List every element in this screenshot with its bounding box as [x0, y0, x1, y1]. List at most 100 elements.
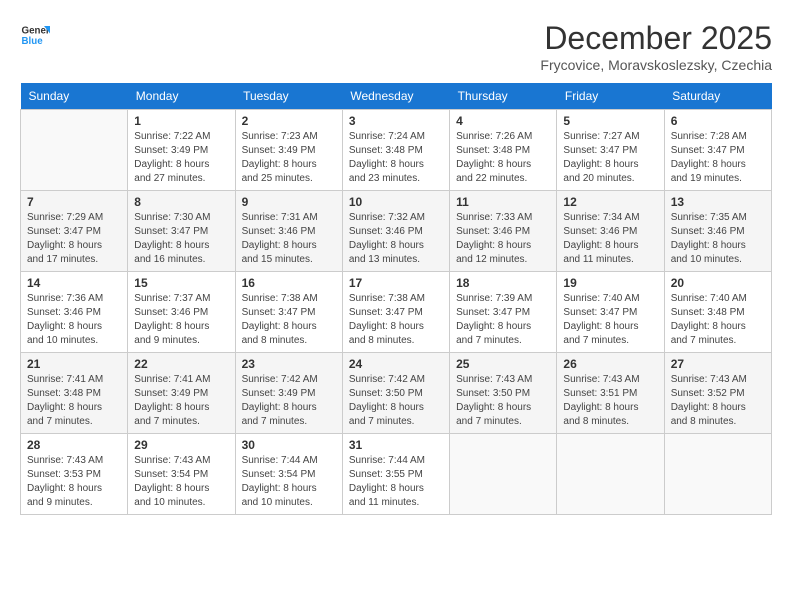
calendar-cell — [450, 434, 557, 515]
calendar-cell — [664, 434, 771, 515]
calendar-cell: 28 Sunrise: 7:43 AM Sunset: 3:53 PM Dayl… — [21, 434, 128, 515]
day-number: 2 — [242, 114, 336, 128]
day-number: 3 — [349, 114, 443, 128]
day-info: Sunrise: 7:44 AM Sunset: 3:55 PM Dayligh… — [349, 454, 443, 510]
calendar-table: SundayMondayTuesdayWednesdayThursdayFrid… — [20, 83, 772, 515]
day-number: 17 — [349, 276, 443, 290]
day-number: 8 — [134, 195, 228, 209]
calendar-cell: 31 Sunrise: 7:44 AM Sunset: 3:55 PM Dayl… — [342, 434, 449, 515]
location-subtitle: Frycovice, Moravskoslezsky, Czechia — [540, 57, 772, 73]
calendar-cell: 23 Sunrise: 7:42 AM Sunset: 3:49 PM Dayl… — [235, 353, 342, 434]
calendar-cell: 3 Sunrise: 7:24 AM Sunset: 3:48 PM Dayli… — [342, 110, 449, 191]
day-info: Sunrise: 7:33 AM Sunset: 3:46 PM Dayligh… — [456, 211, 550, 267]
day-info: Sunrise: 7:27 AM Sunset: 3:47 PM Dayligh… — [563, 130, 657, 186]
day-info: Sunrise: 7:42 AM Sunset: 3:49 PM Dayligh… — [242, 373, 336, 429]
calendar-cell: 16 Sunrise: 7:38 AM Sunset: 3:47 PM Dayl… — [235, 272, 342, 353]
day-number: 20 — [671, 276, 765, 290]
calendar-cell: 4 Sunrise: 7:26 AM Sunset: 3:48 PM Dayli… — [450, 110, 557, 191]
logo: General Blue — [20, 20, 50, 50]
calendar-cell: 22 Sunrise: 7:41 AM Sunset: 3:49 PM Dayl… — [128, 353, 235, 434]
day-info: Sunrise: 7:43 AM Sunset: 3:52 PM Dayligh… — [671, 373, 765, 429]
day-number: 14 — [27, 276, 121, 290]
calendar-cell: 25 Sunrise: 7:43 AM Sunset: 3:50 PM Dayl… — [450, 353, 557, 434]
day-number: 1 — [134, 114, 228, 128]
calendar-cell: 12 Sunrise: 7:34 AM Sunset: 3:46 PM Dayl… — [557, 191, 664, 272]
day-info: Sunrise: 7:31 AM Sunset: 3:46 PM Dayligh… — [242, 211, 336, 267]
day-number: 6 — [671, 114, 765, 128]
day-number: 19 — [563, 276, 657, 290]
calendar-week-row: 14 Sunrise: 7:36 AM Sunset: 3:46 PM Dayl… — [21, 272, 772, 353]
day-info: Sunrise: 7:39 AM Sunset: 3:47 PM Dayligh… — [456, 292, 550, 348]
day-info: Sunrise: 7:24 AM Sunset: 3:48 PM Dayligh… — [349, 130, 443, 186]
day-number: 22 — [134, 357, 228, 371]
day-info: Sunrise: 7:38 AM Sunset: 3:47 PM Dayligh… — [242, 292, 336, 348]
day-info: Sunrise: 7:29 AM Sunset: 3:47 PM Dayligh… — [27, 211, 121, 267]
calendar-cell: 27 Sunrise: 7:43 AM Sunset: 3:52 PM Dayl… — [664, 353, 771, 434]
day-number: 29 — [134, 438, 228, 452]
calendar-cell: 21 Sunrise: 7:41 AM Sunset: 3:48 PM Dayl… — [21, 353, 128, 434]
day-info: Sunrise: 7:41 AM Sunset: 3:48 PM Dayligh… — [27, 373, 121, 429]
calendar-cell: 30 Sunrise: 7:44 AM Sunset: 3:54 PM Dayl… — [235, 434, 342, 515]
calendar-cell: 1 Sunrise: 7:22 AM Sunset: 3:49 PM Dayli… — [128, 110, 235, 191]
day-info: Sunrise: 7:40 AM Sunset: 3:48 PM Dayligh… — [671, 292, 765, 348]
day-number: 31 — [349, 438, 443, 452]
calendar-cell: 11 Sunrise: 7:33 AM Sunset: 3:46 PM Dayl… — [450, 191, 557, 272]
calendar-cell: 10 Sunrise: 7:32 AM Sunset: 3:46 PM Dayl… — [342, 191, 449, 272]
day-number: 26 — [563, 357, 657, 371]
day-info: Sunrise: 7:37 AM Sunset: 3:46 PM Dayligh… — [134, 292, 228, 348]
day-info: Sunrise: 7:40 AM Sunset: 3:47 PM Dayligh… — [563, 292, 657, 348]
calendar-cell: 9 Sunrise: 7:31 AM Sunset: 3:46 PM Dayli… — [235, 191, 342, 272]
day-number: 10 — [349, 195, 443, 209]
day-number: 18 — [456, 276, 550, 290]
calendar-cell: 8 Sunrise: 7:30 AM Sunset: 3:47 PM Dayli… — [128, 191, 235, 272]
day-info: Sunrise: 7:44 AM Sunset: 3:54 PM Dayligh… — [242, 454, 336, 510]
day-number: 28 — [27, 438, 121, 452]
day-info: Sunrise: 7:34 AM Sunset: 3:46 PM Dayligh… — [563, 211, 657, 267]
calendar-cell — [557, 434, 664, 515]
calendar-cell: 6 Sunrise: 7:28 AM Sunset: 3:47 PM Dayli… — [664, 110, 771, 191]
title-block: December 2025 Frycovice, Moravskoslezsky… — [540, 20, 772, 73]
day-info: Sunrise: 7:43 AM Sunset: 3:51 PM Dayligh… — [563, 373, 657, 429]
day-number: 11 — [456, 195, 550, 209]
day-number: 16 — [242, 276, 336, 290]
day-info: Sunrise: 7:43 AM Sunset: 3:50 PM Dayligh… — [456, 373, 550, 429]
calendar-cell: 19 Sunrise: 7:40 AM Sunset: 3:47 PM Dayl… — [557, 272, 664, 353]
weekday-header: Thursday — [450, 83, 557, 110]
day-info: Sunrise: 7:41 AM Sunset: 3:49 PM Dayligh… — [134, 373, 228, 429]
calendar-cell: 2 Sunrise: 7:23 AM Sunset: 3:49 PM Dayli… — [235, 110, 342, 191]
day-info: Sunrise: 7:23 AM Sunset: 3:49 PM Dayligh… — [242, 130, 336, 186]
logo-icon: General Blue — [20, 20, 50, 50]
weekday-header: Saturday — [664, 83, 771, 110]
page-header: General Blue December 2025 Frycovice, Mo… — [20, 20, 772, 73]
day-number: 4 — [456, 114, 550, 128]
day-number: 25 — [456, 357, 550, 371]
day-info: Sunrise: 7:42 AM Sunset: 3:50 PM Dayligh… — [349, 373, 443, 429]
calendar-cell — [21, 110, 128, 191]
calendar-cell: 24 Sunrise: 7:42 AM Sunset: 3:50 PM Dayl… — [342, 353, 449, 434]
calendar-cell: 13 Sunrise: 7:35 AM Sunset: 3:46 PM Dayl… — [664, 191, 771, 272]
calendar-cell: 20 Sunrise: 7:40 AM Sunset: 3:48 PM Dayl… — [664, 272, 771, 353]
weekday-header: Sunday — [21, 83, 128, 110]
day-info: Sunrise: 7:30 AM Sunset: 3:47 PM Dayligh… — [134, 211, 228, 267]
day-number: 5 — [563, 114, 657, 128]
calendar-cell: 5 Sunrise: 7:27 AM Sunset: 3:47 PM Dayli… — [557, 110, 664, 191]
day-info: Sunrise: 7:28 AM Sunset: 3:47 PM Dayligh… — [671, 130, 765, 186]
weekday-header: Friday — [557, 83, 664, 110]
day-number: 27 — [671, 357, 765, 371]
svg-text:Blue: Blue — [22, 36, 44, 47]
calendar-cell: 17 Sunrise: 7:38 AM Sunset: 3:47 PM Dayl… — [342, 272, 449, 353]
day-info: Sunrise: 7:22 AM Sunset: 3:49 PM Dayligh… — [134, 130, 228, 186]
day-number: 7 — [27, 195, 121, 209]
day-number: 15 — [134, 276, 228, 290]
weekday-header: Wednesday — [342, 83, 449, 110]
month-title: December 2025 — [540, 20, 772, 57]
calendar-week-row: 7 Sunrise: 7:29 AM Sunset: 3:47 PM Dayli… — [21, 191, 772, 272]
day-number: 9 — [242, 195, 336, 209]
day-number: 30 — [242, 438, 336, 452]
weekday-header: Monday — [128, 83, 235, 110]
weekday-header: Tuesday — [235, 83, 342, 110]
day-number: 23 — [242, 357, 336, 371]
day-info: Sunrise: 7:35 AM Sunset: 3:46 PM Dayligh… — [671, 211, 765, 267]
calendar-week-row: 1 Sunrise: 7:22 AM Sunset: 3:49 PM Dayli… — [21, 110, 772, 191]
weekday-header-row: SundayMondayTuesdayWednesdayThursdayFrid… — [21, 83, 772, 110]
